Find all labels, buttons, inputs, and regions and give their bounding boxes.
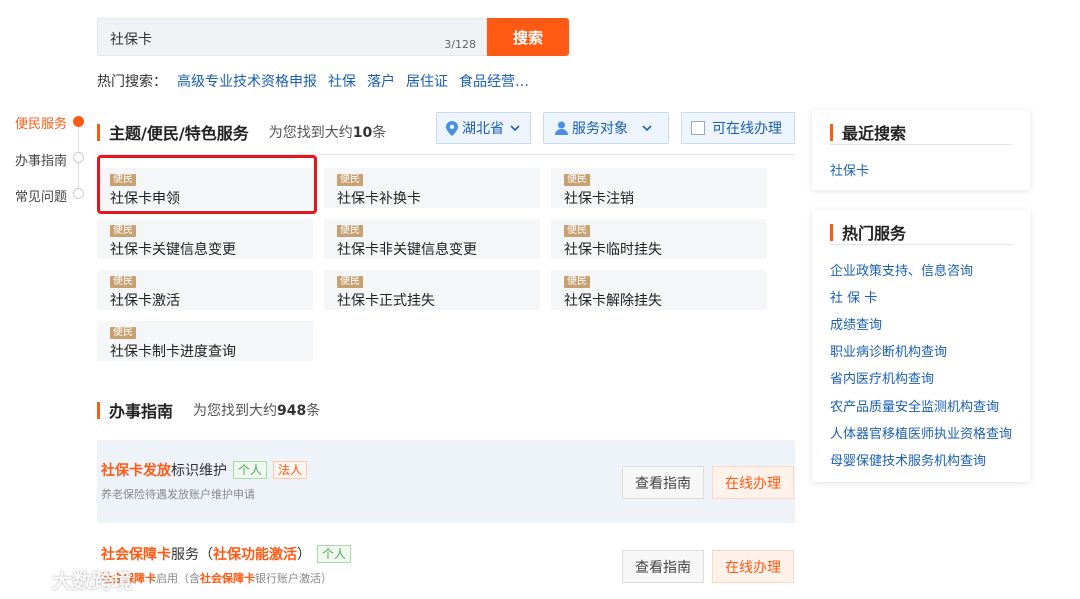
hot-service-link[interactable]: 职业病诊断机构查询 (830, 341, 947, 360)
guide-item-subtitle: 社会保障卡启用（含社会保障卡银行账户激活） (101, 572, 332, 585)
left-nav-item-convenience[interactable]: 便民服务 (15, 113, 67, 132)
search-button[interactable]: 搜索 (487, 18, 569, 56)
left-nav-item-guide[interactable]: 办事指南 (15, 150, 67, 169)
services-header: 主题/便民/特色服务 为您找到大约10条 (97, 120, 386, 144)
panel-divider (830, 144, 1012, 145)
person-icon (555, 121, 568, 135)
hot-service-link[interactable]: 人体器官移植医师执业资格查询 (830, 423, 1012, 442)
service-card[interactable]: 便民 社保卡注销 (551, 168, 767, 208)
recent-search-link[interactable]: 社保卡 (830, 160, 869, 179)
view-guide-button[interactable]: 查看指南 (622, 466, 704, 499)
watermark-icon (9, 569, 48, 590)
guides-header: 办事指南 为您找到大约948条 (97, 398, 320, 422)
hot-service-link[interactable]: 社 保 卡 (830, 287, 877, 306)
service-card-title: 社保卡正式挂失 (337, 293, 435, 309)
recent-search-header: 最近搜索 (830, 120, 906, 144)
audience-filter-label: 服务对象 (572, 121, 628, 137)
service-card-title: 社保卡补换卡 (337, 191, 421, 207)
section-accent-bar (830, 223, 833, 241)
guide-item-title[interactable]: 社保卡发放 标识维护 个人 法人 (101, 460, 308, 480)
left-nav-dot-active (73, 116, 84, 127)
recent-search-panel: 最近搜索 社保卡 (812, 110, 1030, 190)
online-filter-checkbox[interactable]: 可在线办理 (681, 112, 795, 144)
service-card-title: 社保卡非关键信息变更 (337, 242, 477, 258)
guide-item-title[interactable]: 社会保障卡 服务（ 社保功能激活） 个人 (101, 544, 352, 564)
convenience-tag: 便民 (564, 174, 590, 186)
guide-item-subtitle: 养老保险待遇发放账户维护申请 (101, 488, 255, 501)
services-count: 为您找到大约10条 (268, 125, 387, 141)
convenience-tag: 便民 (110, 276, 136, 288)
left-nav-dot (73, 188, 84, 199)
search-input-value: 社保卡 (110, 32, 152, 48)
service-card-title: 社保卡制卡进度查询 (110, 344, 236, 360)
convenience-tag: 便民 (110, 327, 136, 339)
audience-filter[interactable]: 服务对象 (543, 112, 669, 144)
convenience-tag: 便民 (564, 276, 590, 288)
guide-item: 社会保障卡 服务（ 社保功能激活） 个人 社会保障卡启用（含社会保障卡银行账户激活）… (97, 524, 795, 599)
location-pin-icon (446, 120, 458, 136)
guide-item: 社保卡发放 标识维护 个人 法人 养老保险待遇发放账户维护申请 查看指南 在线办理 (97, 440, 795, 523)
section-accent-bar (97, 123, 100, 141)
convenience-tag: 便民 (110, 225, 136, 237)
hot-service-link[interactable]: 农产品质量安全监测机构查询 (830, 396, 999, 415)
panel-divider (830, 244, 1012, 245)
service-card[interactable]: 便民社保卡非关键信息变更 (324, 219, 540, 259)
hot-search-link[interactable]: 高级专业技术资格申报 (177, 71, 317, 91)
checkbox-icon (691, 121, 705, 135)
hot-service-link[interactable]: 成绩查询 (830, 314, 882, 333)
hot-service-link[interactable]: 省内医疗机构查询 (830, 368, 934, 387)
service-card[interactable]: 便民 社保卡补换卡 (324, 168, 540, 208)
service-card[interactable]: 便民 社保卡正式挂失 (324, 270, 540, 310)
hot-search-link[interactable]: 居住证 (406, 71, 448, 91)
convenience-tag: 便民 (564, 225, 590, 237)
service-card-title: 社保卡注销 (564, 191, 634, 207)
service-card-title: 社保卡关键信息变更 (110, 242, 236, 258)
hot-search-row: 热门搜索： 高级专业技术资格申报 社保 落户 居住证 食品经营… (97, 71, 540, 91)
section-accent-bar (830, 123, 833, 141)
convenience-tag: 便民 (337, 276, 363, 288)
watermark-logo: 大数跨境 (8, 565, 132, 594)
region-filter-label: 湖北省 (462, 121, 504, 137)
hot-services-panel: 热门服务 企业政策支持、信息咨询 社 保 卡 成绩查询 职业病诊断机构查询 省内… (812, 210, 1030, 482)
chevron-down-icon (510, 124, 520, 131)
services-title: 主题/便民/特色服务 (109, 124, 249, 143)
service-card[interactable]: 便民 社保卡解除挂失 (551, 270, 767, 310)
convenience-tag: 便民 (337, 174, 363, 186)
section-accent-bar (97, 401, 100, 419)
chevron-down-icon (642, 124, 652, 131)
hot-services-title: 热门服务 (842, 224, 907, 243)
view-guide-button[interactable]: 查看指南 (622, 550, 704, 583)
selection-highlight-box (97, 155, 317, 214)
hot-search-link[interactable]: 社保 (328, 71, 356, 91)
search-input[interactable]: 社保卡 3/128 (97, 18, 487, 56)
region-filter[interactable]: 湖北省 (436, 112, 531, 144)
badge-personal: 个人 (317, 545, 352, 563)
hot-services-header: 热门服务 (830, 220, 906, 244)
service-card[interactable]: 便民 社保卡临时挂失 (551, 219, 767, 259)
service-card-title: 社保卡解除挂失 (564, 293, 662, 309)
online-apply-button[interactable]: 在线办理 (712, 550, 794, 583)
hot-search-link[interactable]: 食品经营… (459, 71, 529, 91)
hot-service-link[interactable]: 母婴保健技术服务机构查询 (830, 450, 986, 469)
online-filter-label: 可在线办理 (712, 121, 782, 137)
badge-personal: 个人 (233, 461, 268, 479)
left-nav-dot (73, 152, 84, 163)
convenience-tag: 便民 (337, 225, 363, 237)
badge-legal-person: 法人 (273, 461, 308, 479)
service-card-title: 社保卡临时挂失 (564, 242, 662, 258)
online-apply-button[interactable]: 在线办理 (712, 466, 794, 499)
recent-search-title: 最近搜索 (842, 124, 907, 143)
left-nav-item-faq[interactable]: 常见问题 (15, 186, 67, 205)
hot-service-link[interactable]: 企业政策支持、信息咨询 (830, 260, 973, 279)
search-char-count: 3/128 (444, 38, 476, 51)
hot-search-link[interactable]: 落户 (367, 71, 395, 91)
service-card[interactable]: 便民 社保卡激活 (97, 270, 313, 310)
service-card[interactable]: 便民社保卡制卡进度查询 (97, 321, 313, 361)
guides-title: 办事指南 (109, 402, 174, 421)
guides-count: 为您找到大约948条 (193, 403, 321, 419)
hot-search-label: 热门搜索： (97, 74, 167, 90)
service-card[interactable]: 便民社保卡关键信息变更 (97, 219, 313, 259)
service-card-title: 社保卡激活 (110, 293, 180, 309)
